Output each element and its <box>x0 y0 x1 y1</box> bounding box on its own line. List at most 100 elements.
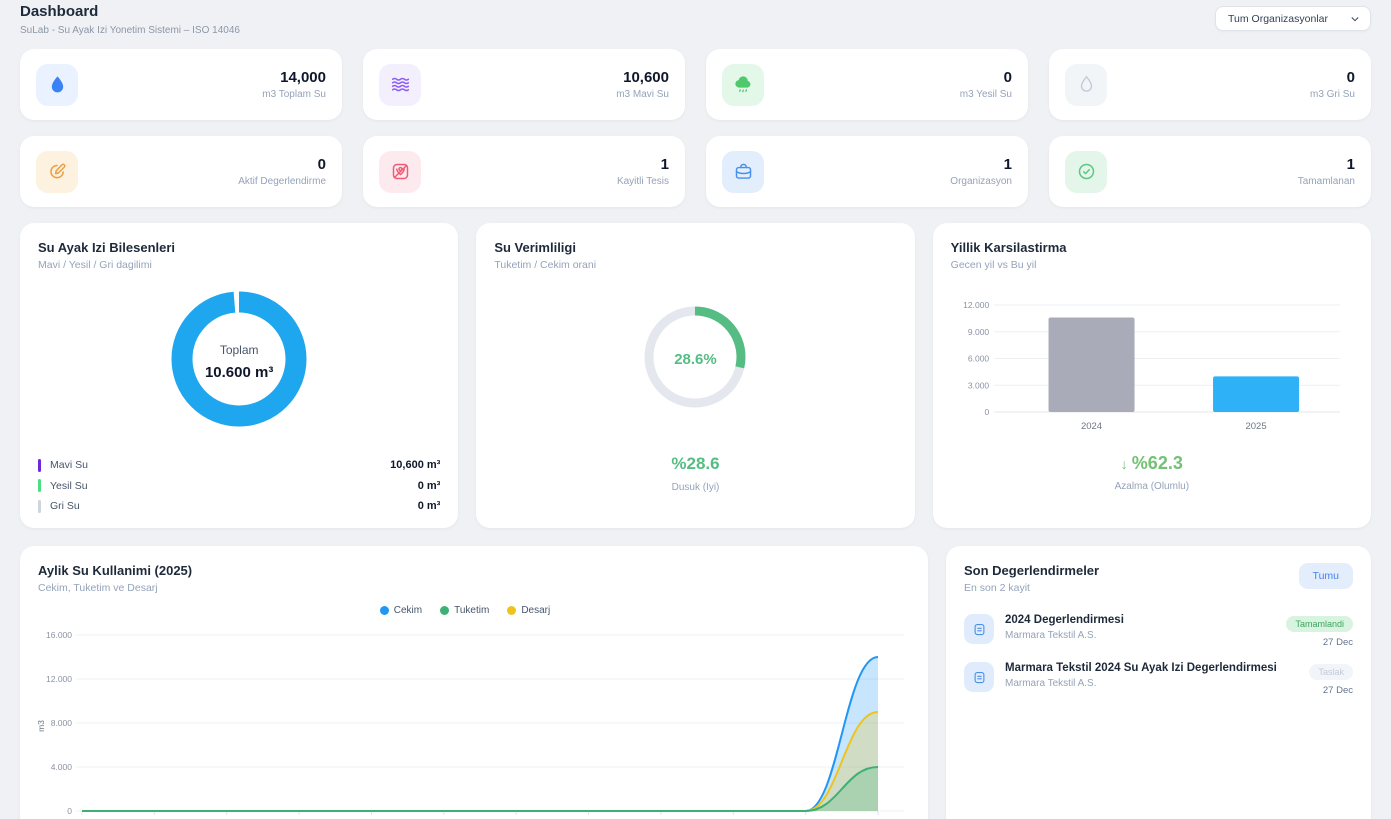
stat-label: m3 Gri Su <box>1310 89 1355 100</box>
card-subtitle: Mavi / Yesil / Gri dagilimi <box>38 259 440 271</box>
recent-assessments-card: Son Degerlendirmeler En son 2 kayit Tumu… <box>946 546 1371 819</box>
gauge-percentage-label: 28.6% <box>639 301 751 418</box>
document-icon <box>964 614 994 644</box>
svg-text:8.000: 8.000 <box>51 718 73 728</box>
efficiency-status: Dusuk (Iyi) <box>494 482 896 493</box>
stat-card-grey-water: 0 m3 Gri Su <box>1049 49 1371 120</box>
waves-icon <box>379 64 421 106</box>
legend-value: 10,600 m³ <box>390 459 440 471</box>
donut-center-label: Toplam <box>220 343 259 357</box>
components-donut-chart: Toplam 10.600 m³ <box>164 284 314 439</box>
assessment-title: Marmara Tekstil 2024 Su Ayak Izi Degerle… <box>1005 662 1277 674</box>
stat-card-completed: 1 Tamamlanan <box>1049 136 1371 207</box>
yearly-delta: ↓%62.3 <box>951 453 1353 474</box>
donut-center: Toplam 10.600 m³ <box>164 284 314 439</box>
page-title: Dashboard <box>20 3 240 20</box>
efficiency-value: %28.6 <box>494 454 896 474</box>
monthly-card-header: Aylik Su Kullanimi (2025) Cekim, Tuketim… <box>20 546 928 594</box>
stat-value: 10,600 <box>616 69 669 86</box>
stat-label: m3 Yesil Su <box>960 89 1012 100</box>
legend-item-desarj[interactable]: Desarj <box>507 605 550 616</box>
stat-value: 0 <box>238 156 326 173</box>
assessment-edit-icon <box>36 151 78 193</box>
legend-label: Mavi Su <box>50 459 88 471</box>
card-title: Aylik Su Kullanimi (2025) <box>38 563 910 578</box>
stat-card-organizations: 1 Organizasyon <box>706 136 1028 207</box>
dashboard-page: { "header": { "title": "Dashboard", "sub… <box>0 0 1391 819</box>
circle-check-icon <box>1065 151 1107 193</box>
svg-text:0: 0 <box>984 407 989 417</box>
cloud-rain-icon <box>722 64 764 106</box>
components-legend: Mavi Su 10,600 m³ Yesil Su 0 m³ Gri Su 0… <box>38 455 440 517</box>
assessment-date: 27 Dec <box>1309 685 1353 696</box>
droplet-outline-icon <box>1065 64 1107 106</box>
assessment-meta: Taslak 27 Dec <box>1309 662 1353 696</box>
svg-text:2025: 2025 <box>1245 421 1266 432</box>
stat-label: Kayitli Tesis <box>617 176 669 187</box>
card-subtitle: Cekim, Tuketim ve Desarj <box>38 582 910 594</box>
stat-value: 14,000 <box>262 69 326 86</box>
assessment-list-item[interactable]: Marmara Tekstil 2024 Su Ayak Izi Degerle… <box>964 655 1353 703</box>
legend-label: Tuketim <box>454 605 489 616</box>
assessment-title: 2024 Degerlendirmesi <box>1005 614 1124 626</box>
assessment-info: 2024 Degerlendirmesi Marmara Tekstil A.S… <box>1005 614 1132 641</box>
svg-text:12.000: 12.000 <box>46 674 72 684</box>
briefcase-icon <box>722 151 764 193</box>
legend-dot <box>507 606 516 615</box>
assessment-list-item[interactable]: 2024 Degerlendirmesi Marmara Tekstil A.S… <box>964 607 1353 655</box>
efficiency-gauge-chart: 28.6% <box>639 301 751 418</box>
svg-text:16.000: 16.000 <box>46 630 72 640</box>
stat-card-total-water: 14,000 m3 Toplam Su <box>20 49 342 120</box>
legend-label: Desarj <box>521 605 550 616</box>
stat-card-active-assessments: 0 Aktif Degerlendirme <box>20 136 342 207</box>
charts-row: Su Ayak Izi Bilesenleri Mavi / Yesil / G… <box>20 223 1371 528</box>
legend-row-blue-water: Mavi Su 10,600 m³ <box>38 455 440 476</box>
water-footprint-components-card: Su Ayak Izi Bilesenleri Mavi / Yesil / G… <box>20 223 458 528</box>
water-efficiency-card: Su Verimliligi Tuketim / Cekim orani 28.… <box>476 223 914 528</box>
svg-text:0: 0 <box>67 806 72 816</box>
stat-value: 0 <box>1310 69 1355 86</box>
assessments-header: Son Degerlendirmeler En son 2 kayit Tumu <box>964 563 1353 594</box>
card-title: Son Degerlendirmeler <box>964 563 1099 578</box>
view-all-button[interactable]: Tumu <box>1299 563 1353 589</box>
stat-label: Tamamlanan <box>1298 176 1355 187</box>
legend-dot <box>380 606 389 615</box>
stat-card-registered-facilities: 1 Kayitli Tesis <box>363 136 685 207</box>
document-icon <box>964 662 994 692</box>
donut-center-value: 10.600 m³ <box>205 364 273 381</box>
svg-text:2024: 2024 <box>1081 421 1102 432</box>
status-badge: Tamamlandi <box>1286 616 1353 632</box>
legend-dot <box>440 606 449 615</box>
legend-row-grey-water: Gri Su 0 m³ <box>38 496 440 517</box>
organization-filter-select[interactable]: Tum Organizasyonlar <box>1215 6 1371 31</box>
legend-label: Gri Su <box>50 500 80 512</box>
svg-text:12.000: 12.000 <box>963 300 989 310</box>
delta-note: Azalma (Olumlu) <box>951 481 1353 492</box>
water-drop-icon <box>36 64 78 106</box>
legend-color-bar <box>38 479 41 492</box>
header-title-block: Dashboard SuLab - Su Ayak Izi Yonetim Si… <box>20 3 240 36</box>
stats-grid: 14,000 m3 Toplam Su 10,600 m3 Mavi Su <box>20 49 1371 207</box>
assessment-info: Marmara Tekstil 2024 Su Ayak Izi Degerle… <box>1005 662 1285 689</box>
legend-value: 0 m³ <box>418 500 441 512</box>
assessments-title-block: Son Degerlendirmeler En son 2 kayit <box>964 563 1099 594</box>
assessment-date: 27 Dec <box>1286 637 1353 648</box>
organization-filter-value: Tum Organizasyonlar <box>1228 13 1328 25</box>
assessment-organization: Marmara Tekstil A.S. <box>1005 630 1124 641</box>
stat-card-green-water: 0 m3 Yesil Su <box>706 49 1028 120</box>
assessments-list: 2024 Degerlendirmesi Marmara Tekstil A.S… <box>964 607 1353 703</box>
legend-item-tuketim[interactable]: Tuketim <box>440 605 489 616</box>
svg-text:3.000: 3.000 <box>968 380 990 390</box>
assessment-organization: Marmara Tekstil A.S. <box>1005 678 1277 689</box>
page-subtitle: SuLab - Su Ayak Izi Yonetim Sistemi – IS… <box>20 25 240 36</box>
stat-value: 1 <box>950 156 1012 173</box>
assessment-meta: Tamamlandi 27 Dec <box>1286 614 1353 648</box>
page-header: Dashboard SuLab - Su Ayak Izi Yonetim Si… <box>20 0 1371 36</box>
legend-item-cekim[interactable]: Cekim <box>380 605 422 616</box>
card-title: Su Verimliligi <box>494 240 896 255</box>
legend-label: Yesil Su <box>50 480 88 492</box>
chevron-down-icon <box>1350 14 1360 24</box>
legend-color-bar <box>38 500 41 513</box>
stat-label: Organizasyon <box>950 176 1012 187</box>
svg-text:4.000: 4.000 <box>51 762 73 772</box>
